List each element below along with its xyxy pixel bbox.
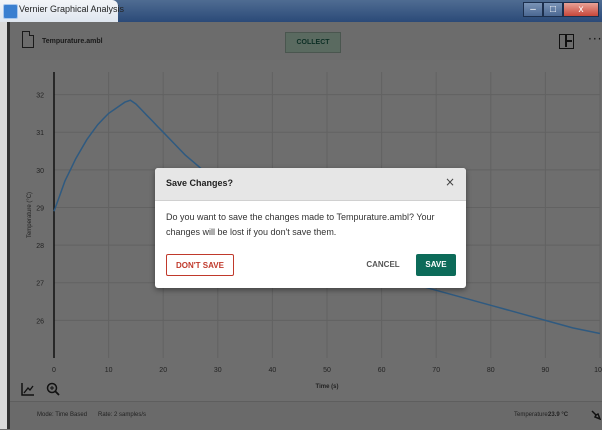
sensor-probe-icon[interactable] bbox=[591, 410, 601, 420]
temperature-label: Temperature: bbox=[514, 412, 550, 418]
app-toolbar: Tempurature.ambl COLLECT ··· bbox=[10, 22, 602, 60]
x-tick-label: 20 bbox=[159, 367, 167, 374]
temperature-value: 23.9 °C bbox=[548, 412, 569, 418]
save-changes-dialog: Save Changes? × Do you want to save the … bbox=[155, 168, 466, 288]
x-tick-label: 80 bbox=[487, 367, 495, 374]
x-tick-label: 60 bbox=[378, 367, 386, 374]
left-panel-edge bbox=[0, 22, 10, 429]
window-title: Vernier Graphical Analysis bbox=[19, 4, 125, 14]
layout-icon[interactable] bbox=[559, 34, 574, 49]
x-tick-label: 0 bbox=[52, 367, 56, 374]
file-name[interactable]: Tempurature.ambl bbox=[42, 38, 103, 45]
y-tick-label: 31 bbox=[36, 130, 44, 137]
y-tick-label: 30 bbox=[36, 168, 44, 175]
graph-tools-icon[interactable] bbox=[20, 381, 36, 397]
maximize-button[interactable]: □ bbox=[543, 2, 563, 17]
y-tick-label: 32 bbox=[36, 93, 44, 100]
y-tick-label: 26 bbox=[36, 318, 44, 325]
zoom-icon[interactable] bbox=[45, 381, 61, 397]
minimize-button[interactable]: – bbox=[523, 2, 543, 17]
mode-status[interactable]: Mode: Time Based bbox=[37, 412, 87, 418]
rate-status[interactable]: Rate: 2 samples/s bbox=[98, 412, 146, 418]
x-tick-label: 30 bbox=[214, 367, 222, 374]
y-tick-label: 27 bbox=[36, 281, 44, 288]
window-controls: – □ x bbox=[523, 2, 599, 17]
dialog-close-icon[interactable]: × bbox=[445, 175, 455, 189]
x-tick-label: 100 bbox=[594, 367, 602, 374]
collect-button[interactable]: COLLECT bbox=[285, 32, 341, 53]
y-axis-label[interactable]: Temperature (°C) bbox=[27, 192, 33, 238]
x-tick-label: 50 bbox=[323, 367, 331, 374]
y-tick-label: 29 bbox=[36, 205, 44, 212]
dialog-message: Do you want to save the changes made to … bbox=[166, 212, 435, 237]
close-window-button[interactable]: x bbox=[563, 2, 599, 17]
graph-bottom-tools bbox=[10, 377, 602, 401]
x-tick-label: 10 bbox=[105, 367, 113, 374]
app-icon bbox=[3, 4, 18, 19]
save-button[interactable]: SAVE bbox=[416, 254, 456, 276]
x-tick-label: 70 bbox=[432, 367, 440, 374]
window-title-bar: Vernier Graphical Analysis – □ x bbox=[0, 0, 602, 22]
y-tick-label: 28 bbox=[36, 243, 44, 250]
status-bar: Mode: Time Based Rate: 2 samples/s Tempe… bbox=[10, 401, 602, 430]
more-options-icon[interactable]: ··· bbox=[588, 33, 602, 45]
dialog-header: Save Changes? × bbox=[155, 168, 466, 201]
dialog-title: Save Changes? bbox=[166, 178, 234, 188]
x-tick-label: 40 bbox=[269, 367, 277, 374]
file-icon[interactable] bbox=[22, 31, 34, 48]
cancel-button[interactable]: CANCEL bbox=[363, 254, 403, 276]
x-tick-label: 90 bbox=[542, 367, 550, 374]
dont-save-button[interactable]: DON'T SAVE bbox=[166, 254, 234, 276]
